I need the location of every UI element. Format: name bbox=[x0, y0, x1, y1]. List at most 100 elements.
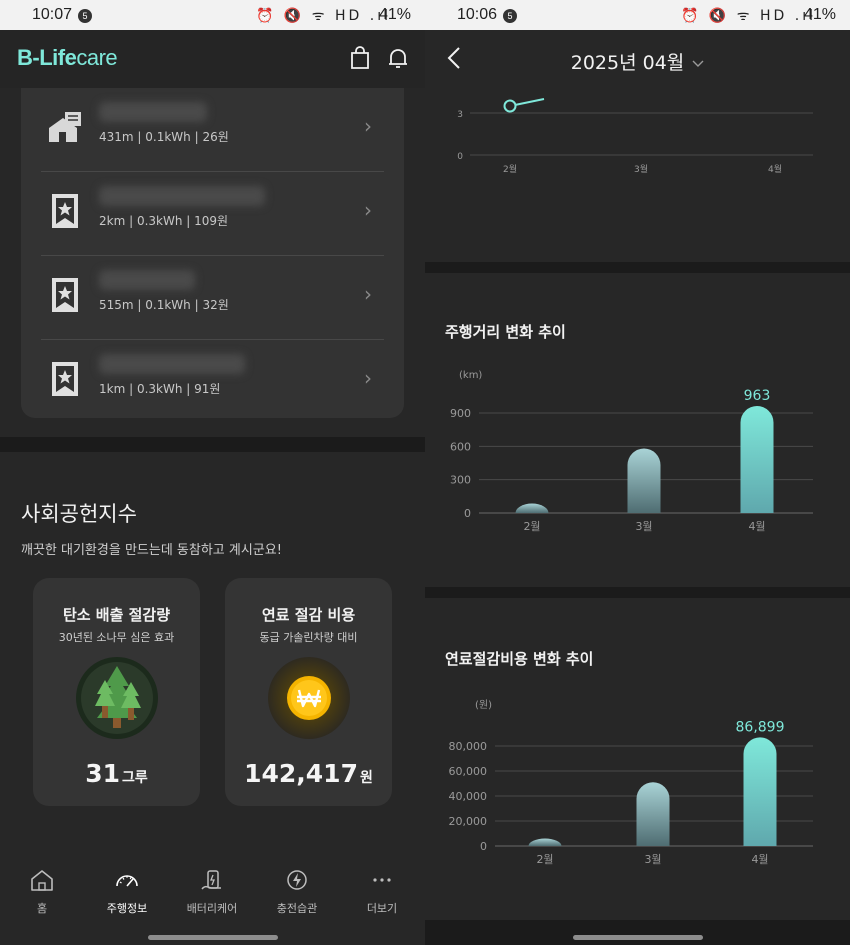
home-icon bbox=[49, 112, 81, 142]
app-bar: B-Lifecare bbox=[0, 30, 425, 88]
home-icon bbox=[31, 870, 53, 891]
battery-percent: 41% bbox=[803, 6, 836, 23]
bar bbox=[743, 737, 777, 846]
driving-statistics-screen: 10:06 5 ⏰ 🔇 ᯤ HD .ıl 41% 2025년 04월 0 3 2월 3… bbox=[425, 0, 850, 945]
card-title: 탄소 배출 절감량 bbox=[62, 606, 171, 624]
distance-trend-section: 주행거리 변화 추이 (km) 0 300 600 900 2월 3월 4월 963 bbox=[425, 273, 850, 587]
section-divider bbox=[425, 920, 850, 945]
station-name-blurred bbox=[99, 354, 245, 374]
x-tick-label: 3월 bbox=[635, 520, 652, 533]
carbon-reduction-card: 탄소 배출 절감량 30년된 소나무 심은 효과 31 그루 bbox=[33, 578, 200, 806]
y-tick-label: 900 bbox=[450, 407, 471, 420]
station-name-blurred bbox=[99, 270, 195, 290]
battery-percent: 41% bbox=[378, 6, 411, 23]
period-header: 2025년 04월 bbox=[425, 30, 850, 88]
section-title: 사회공헌지수 bbox=[21, 502, 137, 526]
y-tick-label: 3 bbox=[457, 110, 463, 120]
speedometer-icon bbox=[116, 875, 138, 887]
status-icons: ⏰ 🔇 ᯤ HD .ıl bbox=[681, 8, 816, 24]
bookmark-star-icon bbox=[52, 362, 78, 396]
nav-charging-habit[interactable]: 충전습관 bbox=[257, 868, 337, 916]
y-tick-label: 300 bbox=[450, 474, 471, 487]
bar bbox=[636, 782, 670, 846]
list-item[interactable]: 431m | 0.1kWh | 26원 › bbox=[41, 88, 384, 172]
status-time: 10:06 bbox=[457, 6, 498, 23]
list-item[interactable]: 1km | 0.3kWh | 91원 › bbox=[41, 340, 384, 424]
x-tick-label: 3월 bbox=[644, 853, 661, 866]
more-icon bbox=[373, 878, 391, 882]
notification-badge: 5 bbox=[78, 9, 92, 23]
x-tick-label: 4월 bbox=[748, 520, 765, 533]
gesture-bar[interactable] bbox=[148, 935, 278, 940]
driving-info-screen: 10:07 5 ⏰ 🔇 ᯤ HD .ıl 41% B-Lifecare 431m… bbox=[0, 0, 425, 945]
charge-icon bbox=[287, 870, 307, 890]
y-axis-unit: (km) bbox=[459, 370, 482, 381]
station-name-blurred bbox=[99, 102, 207, 122]
y-tick-label: 0 bbox=[480, 840, 487, 853]
y-tick-label: 20,000 bbox=[449, 815, 488, 828]
status-icons: ⏰ 🔇 ᯤ HD .ıl bbox=[256, 8, 391, 24]
list-item[interactable]: 515m | 0.1kWh | 32원 › bbox=[41, 256, 384, 340]
y-tick-label: 80,000 bbox=[449, 740, 488, 753]
card-subtitle: 30년된 소나무 심은 효과 bbox=[58, 631, 175, 644]
y-tick-label: 40,000 bbox=[449, 790, 488, 803]
nav-more[interactable]: 더보기 bbox=[342, 868, 422, 916]
x-tick-label: 2월 bbox=[536, 853, 553, 866]
x-tick-label: 4월 bbox=[751, 853, 768, 866]
chevron-down-icon bbox=[692, 60, 704, 67]
period-selector[interactable]: 2025년 04월 bbox=[425, 48, 850, 75]
gesture-bar[interactable] bbox=[573, 935, 703, 940]
card-value: 31 그루 bbox=[85, 759, 148, 788]
x-tick-label: 2월 bbox=[503, 163, 517, 175]
section-subtitle: 깨끗한 대기환경을 만드는데 동참하고 계시군요! bbox=[21, 543, 282, 558]
fuel-saving-card: 연료 절감 비용 동급 가솔린차량 대비 142,417 원 bbox=[225, 578, 392, 806]
notification-badge: 5 bbox=[503, 9, 517, 23]
bookmark-star-icon bbox=[52, 194, 78, 228]
bar bbox=[515, 503, 549, 513]
b-lifecare-logo[interactable]: B-Lifecare bbox=[17, 45, 118, 71]
station-info: 2km | 0.3kWh | 109원 bbox=[99, 214, 229, 228]
line-chart: 0 3 2월 3월 4월 bbox=[457, 98, 813, 175]
chevron-right-icon: › bbox=[364, 366, 372, 390]
station-info: 431m | 0.1kWh | 26원 bbox=[99, 130, 229, 144]
x-tick-label: 2월 bbox=[523, 520, 540, 533]
card-value: 142,417 원 bbox=[244, 759, 373, 788]
y-axis-unit: (원) bbox=[475, 699, 492, 711]
nav-home[interactable]: 홈 bbox=[2, 868, 82, 916]
status-bar: 10:07 5 ⏰ 🔇 ᯤ HD .ıl 41% bbox=[0, 0, 425, 30]
status-time: 10:07 bbox=[32, 6, 73, 23]
status-bar: 10:06 5 ⏰ 🔇 ᯤ HD .ıl 41% bbox=[425, 0, 850, 30]
y-tick-label: 600 bbox=[450, 440, 471, 453]
bookmark-star-icon bbox=[52, 278, 78, 312]
card-subtitle: 동급 가솔린차량 대비 bbox=[259, 631, 358, 644]
station-info: 1km | 0.3kWh | 91원 bbox=[99, 382, 221, 396]
distance-bar-chart: (km) 0 300 600 900 2월 3월 4월 963 bbox=[450, 370, 813, 533]
won-coin-icon bbox=[268, 657, 350, 739]
bar bbox=[627, 448, 661, 513]
y-tick-label: 0 bbox=[457, 152, 463, 162]
bar bbox=[528, 838, 562, 846]
list-item[interactable]: 2km | 0.3kWh | 109원 › bbox=[41, 172, 384, 256]
card-title: 연료 절감 비용 bbox=[261, 606, 356, 624]
shopping-bag-icon[interactable] bbox=[349, 46, 371, 70]
y-tick-label: 0 bbox=[464, 507, 471, 520]
nav-driving-info[interactable]: 주행정보 bbox=[87, 868, 167, 916]
chevron-right-icon: › bbox=[364, 198, 372, 222]
x-tick-label: 3월 bbox=[634, 163, 648, 175]
nav-battery-care[interactable]: 배터리케어 bbox=[172, 868, 252, 916]
station-info: 515m | 0.1kWh | 32원 bbox=[99, 298, 229, 312]
chevron-right-icon: › bbox=[364, 114, 372, 138]
pine-tree-icon bbox=[76, 657, 158, 739]
section-divider bbox=[0, 437, 425, 452]
data-label: 86,899 bbox=[736, 719, 785, 735]
y-tick-label: 60,000 bbox=[449, 765, 488, 778]
bar bbox=[740, 406, 774, 513]
bottom-navigation: 홈 주행정보 배터리케어 충전습관 더보기 bbox=[0, 860, 425, 945]
fuel-saving-trend-section: 연료절감비용 변화 추이 (원) 0 20,000 40,000 60,000 80,00… bbox=[425, 598, 850, 920]
data-point bbox=[503, 99, 517, 113]
section-divider bbox=[425, 587, 850, 598]
battery-care-icon bbox=[201, 870, 221, 890]
bell-icon[interactable] bbox=[387, 46, 409, 70]
station-name-blurred bbox=[99, 186, 265, 206]
chevron-right-icon: › bbox=[364, 282, 372, 306]
